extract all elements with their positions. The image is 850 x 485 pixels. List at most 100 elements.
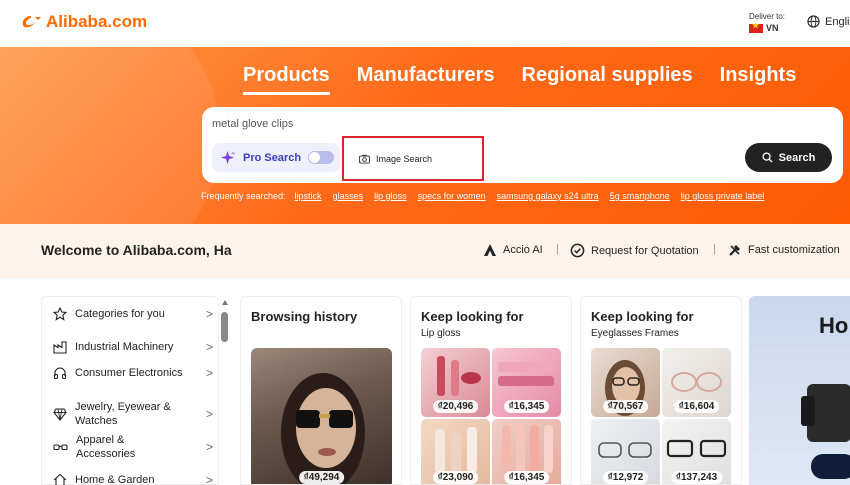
category-item[interactable]: Apparel & Accessories > <box>53 433 213 461</box>
language-selector[interactable]: English <box>807 15 850 28</box>
accio-ai-label: Accio AI <box>503 244 543 256</box>
category-item[interactable]: Categories for you > <box>53 307 213 321</box>
chevron-right-icon: > <box>205 366 213 380</box>
scroll-thumb[interactable] <box>221 312 228 342</box>
search-button[interactable]: Search <box>745 143 832 172</box>
home-icon <box>53 473 67 485</box>
chevron-right-icon: > <box>205 407 213 421</box>
product-thumbnail[interactable]: ₫16,345 <box>492 348 561 417</box>
promo-banner[interactable]: Ho <box>749 296 850 485</box>
frequent-link[interactable]: 5g smartphone <box>610 191 670 201</box>
welcome-text: Welcome to Alibaba.com, Ha <box>41 242 232 258</box>
tab-products[interactable]: Products <box>243 64 330 95</box>
product-price: ₫16,345 <box>503 471 550 484</box>
sparkle-icon: AI <box>221 150 235 165</box>
chevron-right-icon: > <box>205 440 213 454</box>
category-item[interactable]: Jewelry, Eyewear & Watches > <box>53 400 213 428</box>
search-tabs: Products Manufacturers Regional supplies… <box>243 64 823 95</box>
deliver-to[interactable]: Deliver to: VN <box>749 12 785 33</box>
tab-insights[interactable]: Insights <box>720 64 797 95</box>
product-price: ₫70,567 <box>602 400 649 413</box>
language-label: English <box>825 15 850 28</box>
pro-search-toggle[interactable]: AI Pro Search <box>212 143 340 172</box>
svg-text:AI: AI <box>231 152 235 156</box>
product-price: ₫137,243 <box>670 471 723 484</box>
card-subtitle: Lip gloss <box>421 328 461 339</box>
product-thumbnail[interactable]: ₫23,090 <box>421 419 490 484</box>
card-title: Keep looking for <box>421 309 524 324</box>
glasses-icon <box>53 444 68 451</box>
category-label: Jewelry, Eyewear & Watches <box>75 401 171 427</box>
category-label: Consumer Electronics <box>75 367 183 379</box>
request-quotation-link[interactable]: Request for Quotation <box>570 243 699 258</box>
search-button-label: Search <box>778 151 816 164</box>
pro-search-label: Pro Search <box>243 151 302 164</box>
divider: | <box>713 243 716 255</box>
tab-regional-supplies[interactable]: Regional supplies <box>522 64 693 95</box>
browsing-history-card[interactable]: Browsing history ₫49,294 <box>240 296 402 485</box>
frequent-link[interactable]: lip gloss <box>374 191 407 201</box>
pro-search-switch[interactable] <box>308 151 334 164</box>
tab-manufacturers[interactable]: Manufacturers <box>357 64 495 95</box>
category-label: Categories for you <box>75 308 165 320</box>
categories-panel: Categories for you > Industrial Machiner… <box>41 296 219 485</box>
image-search-button[interactable]: Image Search <box>342 136 484 181</box>
accio-ai-link[interactable]: Accio AI <box>483 243 543 257</box>
chevron-right-icon: > <box>205 473 213 485</box>
factory-icon <box>53 341 67 354</box>
category-item[interactable]: Consumer Electronics > <box>53 366 213 380</box>
product-image[interactable]: ₫49,294 <box>251 348 392 484</box>
category-label: Apparel & Accessories <box>76 434 136 460</box>
product-thumbnail[interactable]: ₫16,345 <box>492 419 561 484</box>
frequent-link[interactable]: lip gloss private label <box>681 191 765 201</box>
frequently-label: Frequently searched: <box>201 191 286 201</box>
search-icon <box>762 152 773 163</box>
keep-looking-lipgloss-card[interactable]: Keep looking for Lip gloss ₫20,496 ₫16,3… <box>410 296 572 485</box>
card-subtitle: Eyeglasses Frames <box>591 328 679 339</box>
product-price: ₫49,294 <box>298 471 345 484</box>
categories-scrollbar[interactable] <box>220 298 230 485</box>
scroll-up-arrow-icon[interactable] <box>222 300 228 305</box>
product-thumbnail[interactable]: ₫16,604 <box>662 348 731 417</box>
keep-looking-eyeglasses-card[interactable]: Keep looking for Eyeglasses Frames ₫70,5… <box>580 296 742 485</box>
alibaba-logo[interactable]: Alibaba.com <box>21 12 147 32</box>
category-label: Home & Garden <box>75 474 155 485</box>
frequent-link[interactable]: specs for women <box>418 191 486 201</box>
frequent-link[interactable]: lipstick <box>295 191 322 201</box>
search-box: metal glove clips AI Pro Search Image Se… <box>202 107 843 183</box>
category-item[interactable]: Home & Garden > <box>53 473 213 485</box>
sunglasses-woman-image <box>281 373 365 484</box>
category-label: Industrial Machinery <box>75 341 174 353</box>
fast-customization-link[interactable]: Fast customization <box>728 243 840 257</box>
divider: | <box>556 243 559 255</box>
globe-icon <box>807 15 820 28</box>
request-quotation-label: Request for Quotation <box>591 244 699 257</box>
product-price: ₫20,496 <box>432 400 479 413</box>
deliver-country: VN <box>766 23 779 33</box>
chevron-right-icon: > <box>205 307 213 321</box>
product-thumbnail[interactable]: ₫137,243 <box>662 419 731 484</box>
accio-logo-icon <box>484 244 496 256</box>
alibaba-logo-icon <box>22 16 41 28</box>
product-thumbnail[interactable]: ₫20,496 <box>421 348 490 417</box>
product-price: ₫12,972 <box>602 471 649 484</box>
search-input[interactable]: metal glove clips <box>212 118 293 130</box>
vietnam-flag-icon <box>749 21 763 33</box>
diamond-icon <box>53 408 67 421</box>
headphones-icon <box>53 367 67 380</box>
frequently-searched: Frequently searched: lipstick glasses li… <box>201 191 775 201</box>
camera-equipment-image <box>801 384 850 479</box>
fast-customization-label: Fast customization <box>748 244 840 256</box>
frequent-link[interactable]: glasses <box>333 191 364 201</box>
image-search-label: Image Search <box>376 153 433 164</box>
product-price: ₫16,604 <box>673 400 720 413</box>
product-thumbnail[interactable]: ₫12,972 <box>591 419 660 484</box>
product-thumbnail[interactable]: ₫70,567 <box>591 348 660 417</box>
star-icon <box>53 307 67 321</box>
top-bar: Alibaba.com Deliver to: VN English <box>0 0 850 47</box>
logo-text: Alibaba.com <box>46 12 148 31</box>
camera-icon <box>359 154 370 163</box>
category-item[interactable]: Industrial Machinery > <box>53 340 213 354</box>
frequent-link[interactable]: samsung galaxy s24 ultra <box>497 191 599 201</box>
tools-icon <box>729 245 740 256</box>
